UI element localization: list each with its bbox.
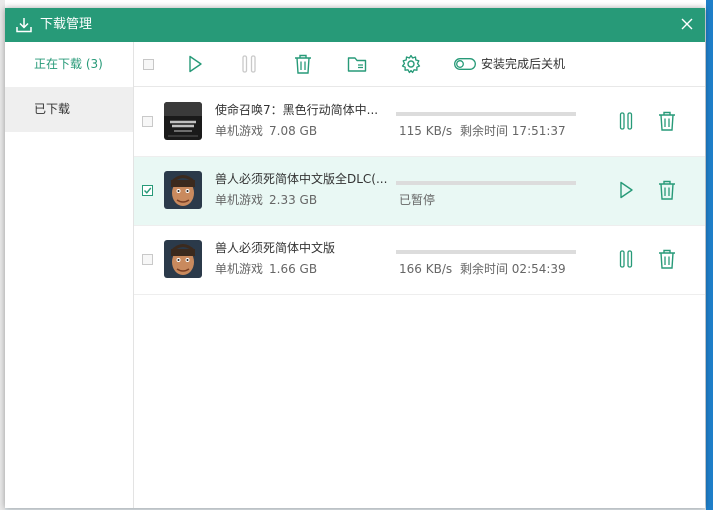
select-all-checkbox[interactable] xyxy=(143,59,154,70)
game-size: 7.08 GB xyxy=(269,124,318,138)
game-cover-orcs-must-die xyxy=(164,171,202,209)
tab-downloaded[interactable]: 已下载 xyxy=(5,87,133,132)
close-button[interactable] xyxy=(677,14,697,34)
auto-shutdown-toggle[interactable] xyxy=(454,58,476,70)
game-title: 兽人必须死简体中文版全DLC(... xyxy=(215,172,388,186)
game-meta: 单机游戏 1.66 GB xyxy=(215,262,317,277)
checkmark-icon xyxy=(144,187,152,194)
game-meta: 单机游戏 7.08 GB xyxy=(215,124,317,139)
game-size: 2.33 GB xyxy=(269,193,318,207)
download-status: 115 KB/s 剩余时间 17:51:37 xyxy=(399,124,566,139)
download-row[interactable]: 兽人必须死简体中文版 单机游戏 1.66 GB 166 KB/s 剩余时间 02:… xyxy=(134,226,705,295)
auto-shutdown-label: 安装完成后关机 xyxy=(481,57,566,71)
progress-bar xyxy=(396,112,576,116)
trash-icon[interactable] xyxy=(656,179,678,201)
window-title: 下载管理 xyxy=(40,17,93,32)
download-row[interactable]: 兽人必须死简体中文版全DLC(... 单机游戏 2.33 GB 已暂停 xyxy=(134,157,705,226)
toolbar: 安装完成后关机 xyxy=(134,42,705,87)
download-status: 166 KB/s 剩余时间 02:54:39 xyxy=(399,262,566,277)
pause-icon[interactable] xyxy=(238,53,260,75)
remaining-time: 02:54:39 xyxy=(511,262,566,276)
trash-icon[interactable] xyxy=(656,110,678,132)
row-checkbox[interactable] xyxy=(142,254,153,265)
row-checkbox[interactable] xyxy=(142,116,153,127)
game-title: 使命召唤7：黑色行动简体中... xyxy=(215,103,379,117)
download-speed: 115 KB/s xyxy=(399,124,453,138)
game-cover-orcs-must-die xyxy=(164,240,202,278)
download-list-panel: 安装完成后关机 使命召唤7：黑色行动简体中... 单机游戏 7.08 GB 115… xyxy=(134,42,705,508)
game-size: 1.66 GB xyxy=(269,262,318,276)
download-speed: 166 KB/s xyxy=(399,262,453,276)
remaining-time: 17:51:37 xyxy=(511,124,566,138)
play-icon[interactable] xyxy=(615,179,637,201)
progress-bar xyxy=(396,250,576,254)
folder-icon[interactable] xyxy=(346,53,368,75)
play-icon[interactable] xyxy=(184,53,206,75)
title-bar: 下载管理 xyxy=(5,8,705,42)
background-desktop-right xyxy=(706,0,713,510)
game-category: 单机游戏 xyxy=(215,124,264,138)
row-checkbox[interactable] xyxy=(142,185,153,196)
sidebar: 正在下载 (3) 已下载 xyxy=(5,42,134,508)
trash-icon[interactable] xyxy=(292,53,314,75)
download-icon xyxy=(16,18,32,33)
tab-downloading[interactable]: 正在下载 (3) xyxy=(5,42,133,87)
remaining-label: 剩余时间 xyxy=(459,124,508,138)
download-manager-window: 下载管理 正在下载 (3) 已下载 安装完成后关机 使命召唤7：黑色行动简体中.… xyxy=(5,8,705,508)
download-row[interactable]: 使命召唤7：黑色行动简体中... 单机游戏 7.08 GB 115 KB/s 剩余… xyxy=(134,88,705,157)
game-title: 兽人必须死简体中文版 xyxy=(215,241,336,255)
remaining-label: 剩余时间 xyxy=(459,262,508,276)
game-category: 单机游戏 xyxy=(215,193,264,207)
pause-icon[interactable] xyxy=(615,110,637,132)
gear-icon[interactable] xyxy=(400,53,422,75)
download-status: 已暂停 xyxy=(399,193,436,207)
pause-icon[interactable] xyxy=(615,248,637,270)
game-cover-call-of-duty xyxy=(164,102,202,140)
game-category: 单机游戏 xyxy=(215,262,264,276)
trash-icon[interactable] xyxy=(656,248,678,270)
progress-bar xyxy=(396,181,576,185)
game-meta: 单机游戏 2.33 GB xyxy=(215,193,317,208)
